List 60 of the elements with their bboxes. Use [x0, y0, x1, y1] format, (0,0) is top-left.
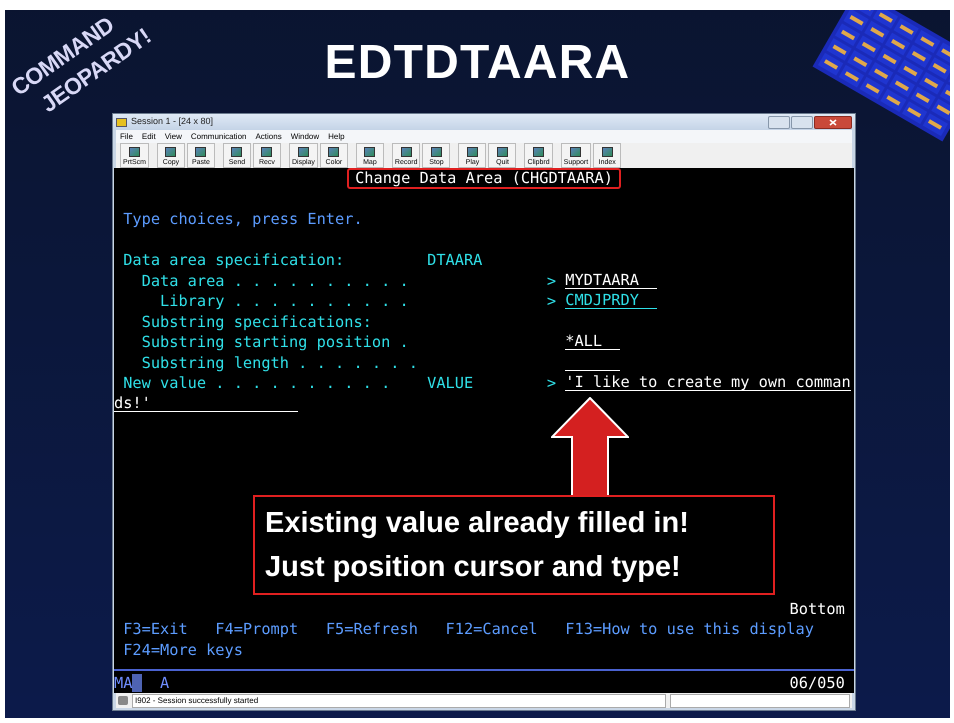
input-field[interactable]: *ALL — [565, 332, 620, 350]
toolbar-icon — [400, 147, 412, 158]
keyword-text: DTAARA — [427, 251, 482, 270]
function-key-text: F4=Prompt — [215, 619, 298, 640]
function-key-text: F12=Cancel — [446, 619, 538, 640]
field-label: Substring length . . . . . . . — [142, 354, 418, 372]
toolbar-icon — [430, 147, 442, 158]
more-indicator: Bottom — [790, 598, 845, 620]
function-key-text: F24=More keys — [123, 640, 243, 660]
toolbar-icon — [533, 147, 544, 158]
input-field[interactable]: MYDTAARA — [565, 270, 658, 289]
input-field[interactable]: ds!' — [114, 394, 298, 412]
prompt-marker: > — [546, 374, 556, 392]
toolbar-icon — [328, 147, 340, 158]
prompt-marker: > — [546, 272, 556, 290]
function-key-text: F3=Exit — [123, 619, 188, 640]
slide-title: EDTDTAARA — [324, 38, 630, 88]
input-field[interactable]: 'I like to create my own comman — [565, 373, 851, 392]
screen-title: Change Data Area (CHGDTAARA) — [347, 168, 621, 189]
status-message: I902 - Session successfully started — [135, 694, 258, 707]
field-label: New value . . . . . . . . . . — [123, 374, 390, 392]
menu-item[interactable]: Help — [328, 130, 345, 143]
toolbar-icon — [261, 147, 272, 158]
field-label: Data area specification: — [123, 251, 344, 270]
menu-item[interactable]: Communication — [190, 130, 246, 143]
toolbar-icon — [602, 147, 613, 158]
app-icon — [116, 118, 127, 127]
window-title: Session 1 - [24 x 80] — [131, 115, 214, 128]
toolbar-icon — [364, 147, 376, 158]
toolbar-icon — [496, 147, 508, 158]
function-key-text: F13=How to use this display — [565, 619, 814, 640]
toolbar-icon — [165, 147, 176, 158]
close-icon — [829, 118, 837, 126]
callout-text: Just position cursor and type! — [265, 550, 682, 586]
field-label: Data area . . . . . . . . . . — [142, 272, 409, 290]
menu-item[interactable]: File — [120, 130, 133, 143]
cursor-position: 06/050 — [790, 673, 845, 694]
toolbar-icon — [128, 147, 140, 158]
menu-item[interactable]: Actions — [255, 130, 282, 143]
menu-item[interactable]: Window — [290, 130, 320, 143]
keyword-text: VALUE — [427, 374, 474, 392]
cursor-block — [132, 674, 142, 692]
connection-icon — [118, 696, 128, 706]
callout-text: Existing value already filled in! — [265, 506, 690, 542]
status-indicator: A — [160, 673, 170, 694]
menu-item[interactable]: View — [164, 130, 182, 143]
function-key-text: F5=Refresh — [326, 619, 418, 640]
toolbar-icon — [195, 147, 206, 158]
prompt-marker: > — [546, 292, 556, 310]
menu-item[interactable]: Edit — [142, 130, 156, 143]
field-label: Library . . . . . . . . . . — [160, 292, 409, 310]
toolbar-icon — [570, 147, 582, 158]
field-label: Substring specifications: — [142, 312, 372, 331]
close-button[interactable] — [814, 116, 852, 129]
toolbar-icon — [298, 147, 309, 158]
instruction-text: Type choices, press Enter. — [123, 209, 363, 230]
input-field[interactable]: CMDJPRDY — [565, 291, 658, 310]
field-label: Substring starting position . — [142, 333, 409, 352]
toolbar-icon — [231, 147, 242, 158]
toolbar-icon — [466, 147, 478, 158]
